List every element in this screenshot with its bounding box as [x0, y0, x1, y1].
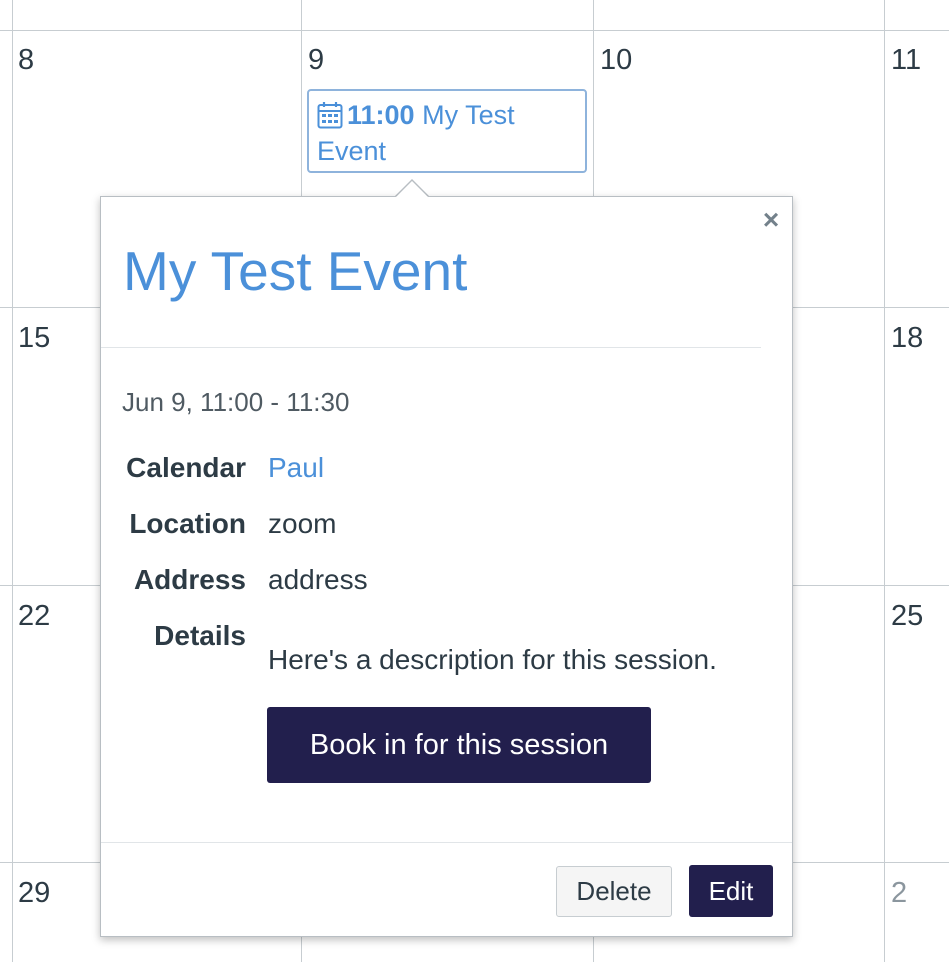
event-details-popover: × My Test Event Jun 9, 11:00 - 11:30 Cal…	[100, 196, 793, 937]
day-number-15[interactable]: 15	[18, 324, 50, 353]
detail-label-address: Address	[133, 564, 246, 595]
popover-arrow-fill	[396, 181, 428, 197]
detail-label-details: Details	[154, 620, 246, 651]
event-chip-time: 11:00	[347, 100, 415, 130]
detail-label-location: Location	[129, 508, 246, 539]
calendar-link[interactable]: Paul	[268, 452, 324, 484]
day-number-22[interactable]: 22	[18, 602, 50, 631]
day-number-11[interactable]: 11	[891, 46, 921, 75]
details-description: Here's a description for this session.	[268, 644, 717, 675]
day-number-2[interactable]: 2	[891, 879, 907, 908]
edit-button[interactable]: Edit	[689, 865, 773, 917]
book-session-button[interactable]: Book in for this session	[267, 707, 651, 783]
address-value: address	[268, 564, 368, 595]
event-chip[interactable]: 11:00 My Test Event	[307, 89, 587, 173]
day-number-25[interactable]: 25	[891, 602, 923, 631]
event-date-range: Jun 9, 11:00 - 11:30	[122, 387, 350, 417]
calendar-icon	[317, 101, 343, 129]
divider	[101, 842, 792, 843]
day-number-18[interactable]: 18	[891, 324, 923, 353]
day-number-9[interactable]: 9	[308, 46, 324, 75]
location-value: zoom	[268, 508, 337, 539]
detail-label-calendar: Calendar	[126, 452, 246, 483]
close-icon[interactable]: ×	[756, 205, 786, 235]
day-number-10[interactable]: 10	[600, 46, 632, 75]
day-number-8[interactable]: 8	[18, 46, 34, 75]
delete-button[interactable]: Delete	[556, 866, 672, 917]
event-title[interactable]: My Test Event	[123, 241, 467, 302]
day-number-29[interactable]: 29	[18, 879, 50, 908]
divider	[101, 347, 761, 348]
grid-line	[0, 30, 949, 31]
grid-line	[12, 0, 13, 962]
grid-line	[884, 0, 885, 962]
